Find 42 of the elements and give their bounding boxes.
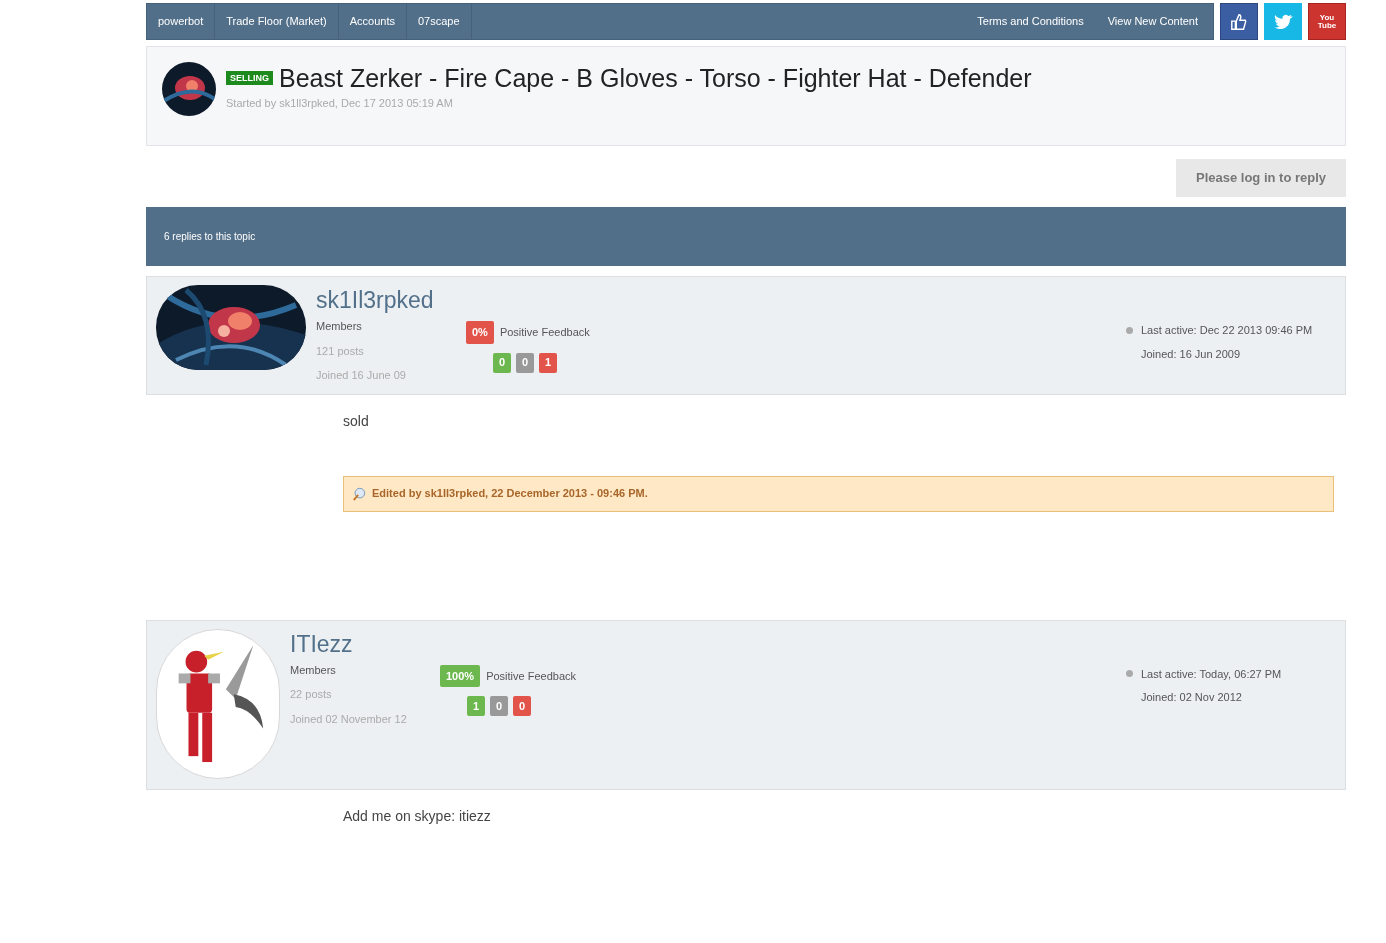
breadcrumb-link[interactable]: Accounts: [338, 4, 407, 39]
thumbs-up-icon: [1230, 12, 1248, 31]
topic-title: Beast Zerker - Fire Cape - B Gloves - Torso - Fighter Hat - Defender: [279, 63, 1032, 94]
join-date: Joined 02 November 12: [290, 711, 408, 727]
post-count: 121 posts: [316, 343, 365, 359]
feedback-label: Positive Feedback: [486, 668, 577, 684]
username-link[interactable]: sk1Il3rpked: [316, 285, 466, 315]
breadcrumb-link[interactable]: powerbot: [147, 4, 216, 39]
breadcrumb-link[interactable]: Trade Floor (Market): [215, 4, 339, 39]
replies-count: 6 replies to this topic: [164, 230, 256, 244]
youtube-button[interactable]: You Tube: [1308, 3, 1346, 40]
feedback-count: 0: [513, 696, 531, 716]
status-dot-icon: [1126, 326, 1133, 334]
feedback-percent: 100%: [440, 664, 481, 687]
edit-text: Edited by sk1Il3rpked, 22 December 2013 - 09:46 PM.: [372, 486, 648, 502]
topic-meta: Started by sk1ll3rpked, Dec 17 2013 05:19 AM: [226, 96, 454, 111]
join-date: Joined 16 June 09: [316, 368, 407, 383]
feedback-label: Positive Feedback: [499, 325, 590, 340]
member-group: Members: [316, 318, 466, 335]
feedback-count: 1: [467, 696, 485, 716]
member-since: Joined: 02 Nov 2012: [1141, 690, 1243, 705]
last-active: Last active: Dec 22 2013 09:46 PM: [1141, 323, 1313, 338]
feedback-percent: 0%: [466, 321, 494, 344]
post-body: Add me on skype: itiezz: [343, 806, 492, 826]
post-count: 22 posts: [290, 687, 333, 702]
feedback-count: 0: [516, 352, 534, 373]
username-link[interactable]: ITIezz: [290, 628, 440, 659]
bird-icon: [1273, 14, 1293, 29]
reply-button[interactable]: Please log in to reply: [1176, 159, 1346, 197]
last-active: Last active: Today, 06:27 PM: [1141, 666, 1282, 682]
member-since: Joined: 16 Jun 2009: [1141, 346, 1242, 362]
breadcrumb-link[interactable]: 07scape: [406, 4, 472, 39]
feedback-count: 0: [493, 352, 511, 373]
status-dot-icon: [1126, 670, 1133, 678]
member-group: Members: [290, 661, 440, 678]
selling-badge: SELLING: [226, 71, 273, 85]
feedback-count: 0: [490, 696, 508, 716]
feedback-count: 1: [539, 352, 557, 373]
post-body: sold: [343, 411, 370, 431]
nav-link[interactable]: Terms and Conditions: [977, 13, 1084, 30]
nav-link[interactable]: View New Content: [1107, 13, 1198, 30]
like-button[interactable]: [1220, 3, 1258, 40]
